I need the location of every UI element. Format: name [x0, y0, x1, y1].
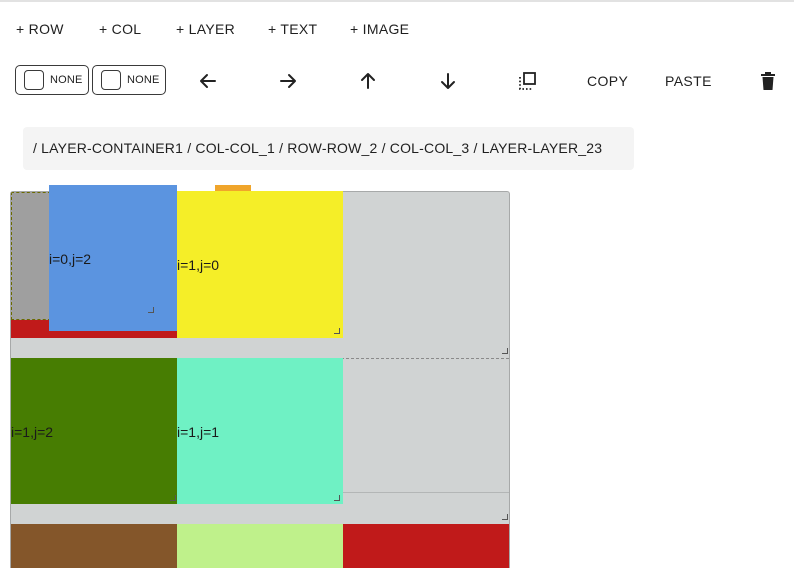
breadcrumb-item[interactable]: / LAYER-LAYER_23: [473, 140, 602, 156]
toggle-label: NONE: [50, 74, 83, 86]
window-top-border: [0, 0, 794, 2]
add-row-button[interactable]: + ROW: [16, 21, 64, 37]
breadcrumb-item[interactable]: / LAYER-CONTAINER1: [33, 140, 183, 156]
breadcrumb-item[interactable]: / ROW-ROW_2: [279, 140, 377, 156]
cell-i1-j2[interactable]: i=1,j=2: [11, 358, 177, 504]
cell-i1-j1[interactable]: i=1,j=1: [177, 358, 343, 504]
resize-handle-icon[interactable]: [334, 495, 340, 501]
cell-label: i=1,j=1: [177, 424, 220, 440]
breadcrumb-item[interactable]: / COL-COL_3: [382, 140, 470, 156]
layer-light-green-block[interactable]: [177, 524, 343, 568]
add-image-button[interactable]: + IMAGE: [350, 21, 409, 37]
checkbox-square[interactable]: [24, 70, 44, 90]
paste-button[interactable]: PASTE: [665, 73, 712, 89]
layer-gray-block[interactable]: [11, 192, 51, 320]
cell-label: i=1,j=0: [177, 257, 220, 273]
add-col-button[interactable]: + COL: [99, 21, 141, 37]
breadcrumb-item[interactable]: / COL-COL_1: [187, 140, 275, 156]
toggle-none-1[interactable]: NONE: [15, 65, 89, 95]
arrow-right-icon[interactable]: [276, 69, 300, 93]
layer-brown-block[interactable]: [11, 524, 177, 568]
resize-handle-icon[interactable]: [334, 328, 340, 334]
arrow-up-icon[interactable]: [356, 69, 380, 93]
resize-handle-icon[interactable]: [502, 348, 508, 354]
layer-red-block[interactable]: [343, 524, 509, 568]
add-layer-button[interactable]: + LAYER: [176, 21, 235, 37]
checkbox-square[interactable]: [101, 70, 121, 90]
resize-handle-icon[interactable]: [148, 307, 154, 313]
copy-button[interactable]: COPY: [587, 73, 628, 89]
cell-label: i=1,j=2: [11, 424, 54, 440]
arrow-left-icon[interactable]: [196, 69, 220, 93]
cell-i0-j2[interactable]: i=0,j=2: [49, 185, 177, 331]
trash-icon[interactable]: [756, 69, 780, 93]
cell-label: i=0,j=2: [49, 251, 92, 267]
toggle-none-2[interactable]: NONE: [92, 65, 166, 95]
toggle-label: NONE: [127, 74, 160, 86]
select-layer-icon[interactable]: [516, 69, 540, 93]
arrow-down-icon[interactable]: [436, 69, 460, 93]
breadcrumb: / LAYER-CONTAINER1 / COL-COL_1 / ROW-ROW…: [23, 127, 634, 170]
resize-handle-icon[interactable]: [502, 514, 508, 520]
cell-i1-j0[interactable]: i=1,j=0: [177, 191, 343, 338]
resize-handle-icon[interactable]: [170, 495, 176, 501]
add-text-button[interactable]: + TEXT: [268, 21, 317, 37]
